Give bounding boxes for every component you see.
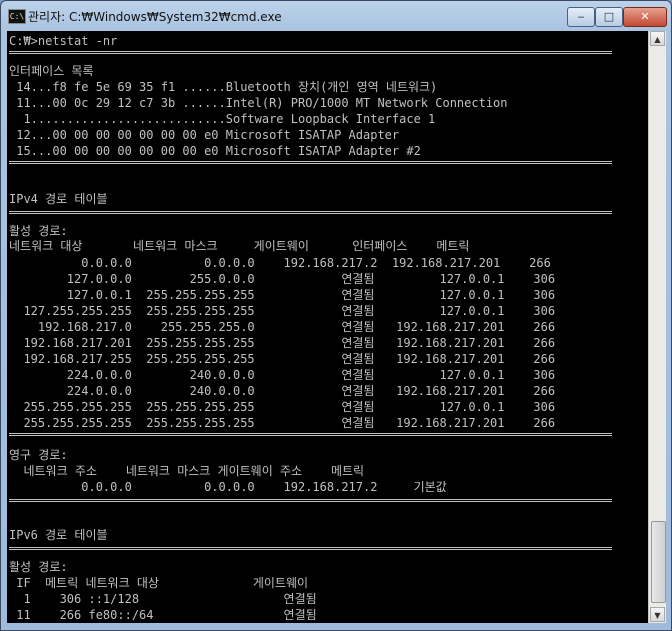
- persistent-routes-label: 영구 경로:: [9, 448, 68, 462]
- interface-row: 1...........................Software Loo…: [9, 112, 436, 126]
- route-row: 1 306 ::1/128 연결됨: [9, 592, 317, 606]
- interface-list-heading: 인터페이스 목록: [9, 64, 94, 78]
- route-row: 192.168.217.0 255.255.255.0 연결됨 192.168.…: [9, 320, 556, 334]
- title-bar[interactable]: C:\ 관리자: C:₩Windows₩System32₩cmd.exe ‒ □…: [1, 1, 671, 31]
- separator: [9, 433, 612, 436]
- ipv4-column-headers: 네트워크 대상 네트워크 마스크 게이트웨이 인터페이스 메트릭: [9, 239, 470, 253]
- window-title: 관리자: C:₩Windows₩System32₩cmd.exe: [28, 10, 282, 24]
- separator: [9, 499, 612, 502]
- scroll-down-icon[interactable]: ▼: [650, 607, 665, 622]
- separator: [9, 211, 612, 214]
- interface-row: 15...00 00 00 00 00 00 00 e0 Microsoft I…: [9, 144, 421, 158]
- minimize-button[interactable]: ‒: [567, 7, 595, 27]
- ipv6-table-heading: IPv6 경로 테이블: [9, 528, 108, 542]
- separator: [9, 51, 612, 54]
- interface-row: 11...00 0c 29 12 c7 3b ......Intel(R) PR…: [9, 96, 508, 110]
- route-row: 127.255.255.255 255.255.255.255 연결됨 127.…: [9, 304, 556, 318]
- ipv6-column-headers: IF 메트릭 네트워크 대상 게이트웨이: [9, 576, 309, 590]
- vertical-scrollbar[interactable]: ▲ ▼: [648, 31, 666, 623]
- route-row: 255.255.255.255 255.255.255.255 연결됨 192.…: [9, 416, 556, 430]
- console-output[interactable]: C:₩>netstat -nr 인터페이스 목록 14...f8 fe 5e 6…: [7, 31, 648, 623]
- window-frame-bottom: [1, 623, 671, 630]
- route-row: 192.168.217.201 255.255.255.255 연결됨 192.…: [9, 336, 556, 350]
- route-row: 127.0.0.1 255.255.255.255 연결됨 127.0.0.1 …: [9, 288, 556, 302]
- route-row: 192.168.217.255 255.255.255.255 연결됨 192.…: [9, 352, 556, 366]
- separator: [9, 547, 612, 550]
- ipv4-table-heading: IPv4 경로 테이블: [9, 192, 108, 206]
- interface-row: 12...00 00 00 00 00 00 00 e0 Microsoft I…: [9, 128, 400, 142]
- cmd-window: C:\ 관리자: C:₩Windows₩System32₩cmd.exe ‒ □…: [0, 0, 672, 631]
- active-routes-label: 활성 경로:: [9, 224, 68, 238]
- route-row: 127.0.0.0 255.0.0.0 연결됨 127.0.0.1 306: [9, 272, 556, 286]
- separator: [9, 161, 612, 164]
- route-row: 255.255.255.255 255.255.255.255 연결됨 127.…: [9, 400, 556, 414]
- route-row: 224.0.0.0 240.0.0.0 연결됨 127.0.0.1 306: [9, 368, 556, 382]
- interface-row: 14...f8 fe 5e 69 35 f1 ......Bluetooth 장…: [9, 80, 438, 94]
- active-routes-label: 활성 경로:: [9, 560, 68, 574]
- close-button[interactable]: ✕: [623, 7, 667, 27]
- route-row: 224.0.0.0 240.0.0.0 연결됨 192.168.217.201 …: [9, 384, 556, 398]
- command-line: C:₩>netstat -nr: [9, 34, 118, 48]
- cmd-app-icon[interactable]: C:\: [8, 9, 26, 24]
- scroll-thumb[interactable]: [651, 521, 666, 603]
- persistent-route-row: 0.0.0.0 0.0.0.0 192.168.217.2 기본값: [9, 480, 447, 494]
- route-row: 0.0.0.0 0.0.0.0 192.168.217.2 192.168.21…: [9, 256, 551, 270]
- route-row: 11 266 fe80::/64 연결됨: [9, 608, 317, 622]
- maximize-button[interactable]: □: [595, 7, 623, 27]
- scroll-up-icon[interactable]: ▲: [650, 31, 665, 46]
- persistent-column-headers: 네트워크 주소 네트워크 마스크 게이트웨이 주소 메트릭: [9, 464, 365, 478]
